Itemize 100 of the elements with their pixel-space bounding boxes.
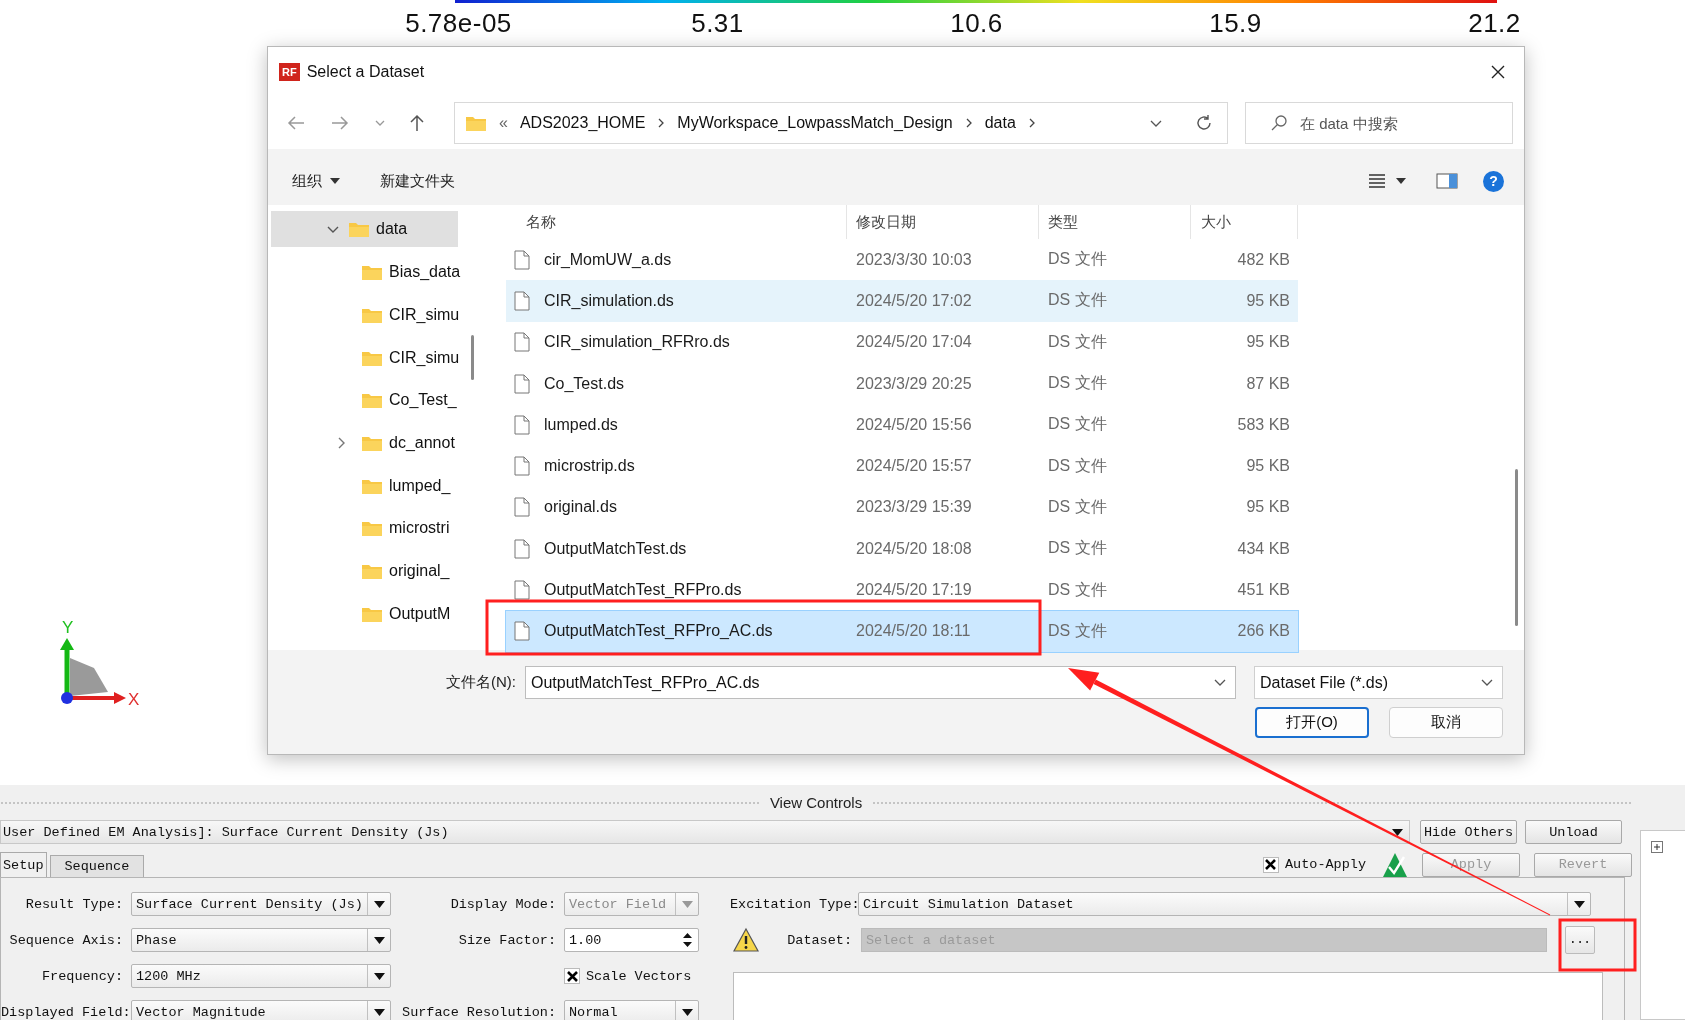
file-size: 87 KB (1245, 374, 1291, 393)
open-button[interactable]: 打开(O) (1255, 707, 1369, 738)
spin-arrows-icon[interactable] (681, 931, 693, 949)
expand-icon[interactable] (1651, 841, 1663, 853)
dropdown-arrow-icon[interactable] (1573, 900, 1585, 908)
folder-icon (348, 220, 370, 238)
dropdown[interactable]: Circuit Simulation Dataset (858, 892, 1591, 916)
checkbox[interactable] (1263, 856, 1279, 873)
file-row[interactable]: Co_Test.ds 2023/3/29 20:25 DS 文件 87 KB (506, 362, 1298, 405)
new-folder-button[interactable]: 新建文件夹 (378, 169, 457, 193)
file-row[interactable]: CIR_simulation_RFRro.ds 2024/5/20 17:04 DS 文件 95 KB (506, 321, 1298, 363)
chevron-right-icon[interactable] (964, 117, 973, 129)
dropdown-arrow-icon[interactable] (681, 1008, 693, 1016)
folder-tree-item[interactable]: Co_Test_ (268, 379, 468, 422)
field-label: Excitation Type: (730, 896, 858, 912)
file-name: OutputMatchTest_RFPro.ds (544, 581, 742, 599)
file-size: 95 KB (1245, 457, 1291, 476)
folder-tree-item[interactable]: original_ (268, 549, 468, 593)
checkbox-label: Auto-Apply (1285, 857, 1366, 872)
breadcrumb-overflow[interactable]: « (499, 114, 508, 132)
dropdown[interactable]: Surface Current Density (Js) (131, 892, 391, 916)
dropdown[interactable]: Normal (564, 1000, 699, 1020)
dropdown[interactable]: Vector Magnitude (131, 1000, 391, 1020)
hide-others-button[interactable]: Hide Others (1420, 820, 1517, 844)
dropdown-arrow-icon[interactable] (1392, 828, 1403, 836)
file-row[interactable]: OutputMatchTest_RFPro_AC.ds 2024/5/20 18:11 DS 文件 266 KB (506, 610, 1298, 652)
field-label: Surface Resolution: (401, 1004, 557, 1020)
scrollbar-thumb[interactable] (471, 335, 474, 380)
analysis-dropdown[interactable]: User Defined EM Analysis]: Surface Current Density (Js) (0, 820, 1410, 844)
browse-button[interactable]: ... (1565, 926, 1595, 954)
dropdown-arrow-icon[interactable] (373, 936, 385, 944)
file-size: 95 KB (1245, 498, 1291, 517)
field-label: Size Factor: (457, 932, 557, 948)
folder-tree-item[interactable]: CIR_simu (268, 293, 468, 337)
column-header[interactable]: 修改日期 (847, 205, 1039, 239)
file-date: 2024/5/20 18:11 (855, 622, 972, 641)
column-header[interactable]: 大小 (1191, 205, 1298, 239)
file-row[interactable]: microstrip.ds 2024/5/20 15:57 DS 文件 95 KB (506, 445, 1298, 487)
file-row[interactable]: OutputMatchTest_RFPro.ds 2024/5/20 17:19 DS 文件 451 KB (506, 569, 1298, 611)
file-size: 434 KB (1236, 539, 1291, 558)
dropdown-arrow-icon[interactable] (373, 972, 385, 980)
file-name-label: 文件名(N): (445, 673, 516, 692)
folder-tree-item[interactable]: dc_annot (268, 421, 468, 465)
file-date: 2023/3/30 10:03 (855, 250, 973, 269)
file-row[interactable]: CIR_simulation.ds 2024/5/20 17:02 DS 文件 95 KB (506, 280, 1298, 322)
caret-icon[interactable] (1396, 178, 1406, 184)
file-row[interactable]: lumped.ds 2024/5/20 15:56 DS 文件 583 KB (506, 404, 1298, 446)
address-bar[interactable]: « ADS2023_HOME MyWorkspace_LowpassMatch_Design data (454, 102, 1228, 144)
forward-icon[interactable] (330, 115, 350, 131)
folder-tree-item[interactable]: lumped_ (268, 464, 468, 508)
colorbar-label: 5.31 (691, 7, 744, 40)
dropdown-arrow-icon[interactable] (373, 1008, 385, 1016)
scrollbar-thumb[interactable] (1515, 469, 1518, 626)
breadcrumb[interactable]: data (984, 114, 1016, 132)
file-row[interactable]: cir_MomUW_a.ds 2023/3/30 10:03 DS 文件 482 KB (506, 239, 1298, 281)
chevron-down-icon[interactable] (1149, 118, 1163, 128)
up-icon[interactable] (408, 114, 426, 132)
field-label: Sequence Axis: (8, 932, 124, 948)
tab[interactable]: Sequence (49, 855, 145, 877)
folder-tree-item[interactable]: Bias_data (268, 251, 468, 294)
file-name-field[interactable]: OutputMatchTest_RFPro_AC.ds (525, 666, 1236, 699)
unload-button[interactable]: Unload (1525, 820, 1622, 844)
cancel-button[interactable]: 取消 (1389, 707, 1503, 738)
column-header[interactable]: 名称 (506, 205, 847, 239)
column-header[interactable]: 类型 (1039, 205, 1191, 239)
back-icon[interactable] (286, 115, 306, 131)
chevron-down-icon[interactable] (1213, 678, 1227, 687)
preview-pane-icon[interactable] (1436, 173, 1458, 189)
dropdown-arrow-icon[interactable] (373, 900, 385, 908)
breadcrumb[interactable]: MyWorkspace_LowpassMatch_Design (677, 114, 953, 132)
file-icon (514, 580, 530, 600)
file-row[interactable]: original.ds 2023/3/29 15:39 DS 文件 95 KB (506, 486, 1298, 529)
chevron-right-icon[interactable] (657, 117, 666, 129)
file-icon (514, 332, 530, 353)
help-button[interactable]: ? (1483, 170, 1504, 192)
folder-tree-item[interactable]: microstri (268, 507, 468, 550)
refresh-icon[interactable] (1195, 114, 1213, 132)
file-type-dropdown[interactable]: Dataset File (*.ds) (1254, 666, 1503, 699)
file-icon (514, 497, 530, 518)
chevron-down-icon[interactable] (1480, 678, 1494, 687)
checkbox[interactable] (564, 968, 580, 984)
file-date: 2024/5/20 18:08 (855, 539, 973, 558)
dropdown[interactable]: Phase (131, 928, 391, 952)
folder-tree-item[interactable]: OutputM (268, 592, 468, 636)
file-row[interactable]: OutputMatchTest.ds 2024/5/20 18:08 DS 文件 434 KB (506, 528, 1298, 570)
tab[interactable]: Setup (0, 852, 47, 877)
search-field[interactable]: 在 data 中搜索 (1245, 102, 1513, 144)
spin-box[interactable]: 1.00 (564, 928, 699, 952)
dropdown[interactable]: 1200 MHz (131, 964, 391, 988)
breadcrumb[interactable]: ADS2023_HOME (519, 114, 646, 132)
folder-tree-item[interactable]: CIR_simu (268, 336, 468, 380)
file-name: OutputMatchTest_RFPro_AC.ds (544, 622, 773, 641)
folder-tree-item[interactable]: data (271, 211, 458, 247)
list-view-icon[interactable] (1368, 174, 1386, 188)
file-type: DS 文件 (1047, 373, 1108, 394)
checkbox-label: Scale Vectors (586, 968, 692, 984)
close-icon[interactable] (1490, 64, 1506, 80)
organize-menu[interactable]: 组织 (290, 169, 342, 193)
chevron-right-icon[interactable] (1027, 117, 1036, 129)
folder-icon (361, 263, 383, 282)
